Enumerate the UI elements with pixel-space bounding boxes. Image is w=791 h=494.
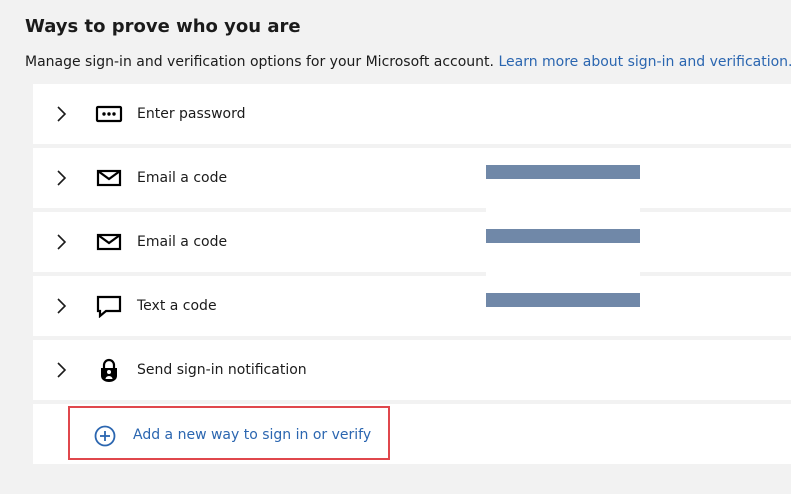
- method-row-password[interactable]: Enter password: [33, 84, 791, 144]
- password-dots-icon: [95, 105, 123, 123]
- method-row-text[interactable]: Text a code: [33, 276, 791, 336]
- method-label: Send sign-in notification: [137, 362, 307, 378]
- description-text: Manage sign-in and verification options …: [25, 54, 494, 70]
- method-row-email-2[interactable]: Email a code: [33, 212, 791, 272]
- redaction-bar: [486, 165, 640, 179]
- method-label: Email a code: [137, 170, 228, 186]
- plus-circle-icon: [94, 425, 116, 447]
- method-row-notification[interactable]: Send sign-in notification: [33, 340, 791, 400]
- chevron-right-icon[interactable]: [53, 106, 69, 122]
- method-label: Enter password: [137, 106, 246, 122]
- envelope-icon: [96, 233, 122, 251]
- learn-more-link[interactable]: Learn more about sign-in and verificatio…: [498, 54, 791, 70]
- redaction-bar: [486, 293, 640, 307]
- chevron-right-icon[interactable]: [53, 362, 69, 378]
- add-method-button[interactable]: Add a new way to sign in or verify: [68, 406, 390, 460]
- chevron-right-icon[interactable]: [53, 170, 69, 186]
- envelope-icon: [96, 169, 122, 187]
- lock-person-icon: [101, 358, 117, 382]
- page-title: Ways to prove who you are: [25, 16, 301, 37]
- add-method-label: Add a new way to sign in or verify: [133, 427, 372, 443]
- chat-bubble-icon: [96, 295, 122, 318]
- method-row-email-1[interactable]: Email a code: [33, 148, 791, 208]
- method-label: Email a code: [137, 234, 228, 250]
- chevron-right-icon[interactable]: [53, 298, 69, 314]
- page-description: Manage sign-in and verification options …: [25, 54, 791, 70]
- method-label: Text a code: [137, 298, 217, 314]
- add-method-row: Add a new way to sign in or verify: [33, 404, 791, 464]
- redaction-bar: [486, 229, 640, 243]
- chevron-right-icon[interactable]: [53, 234, 69, 250]
